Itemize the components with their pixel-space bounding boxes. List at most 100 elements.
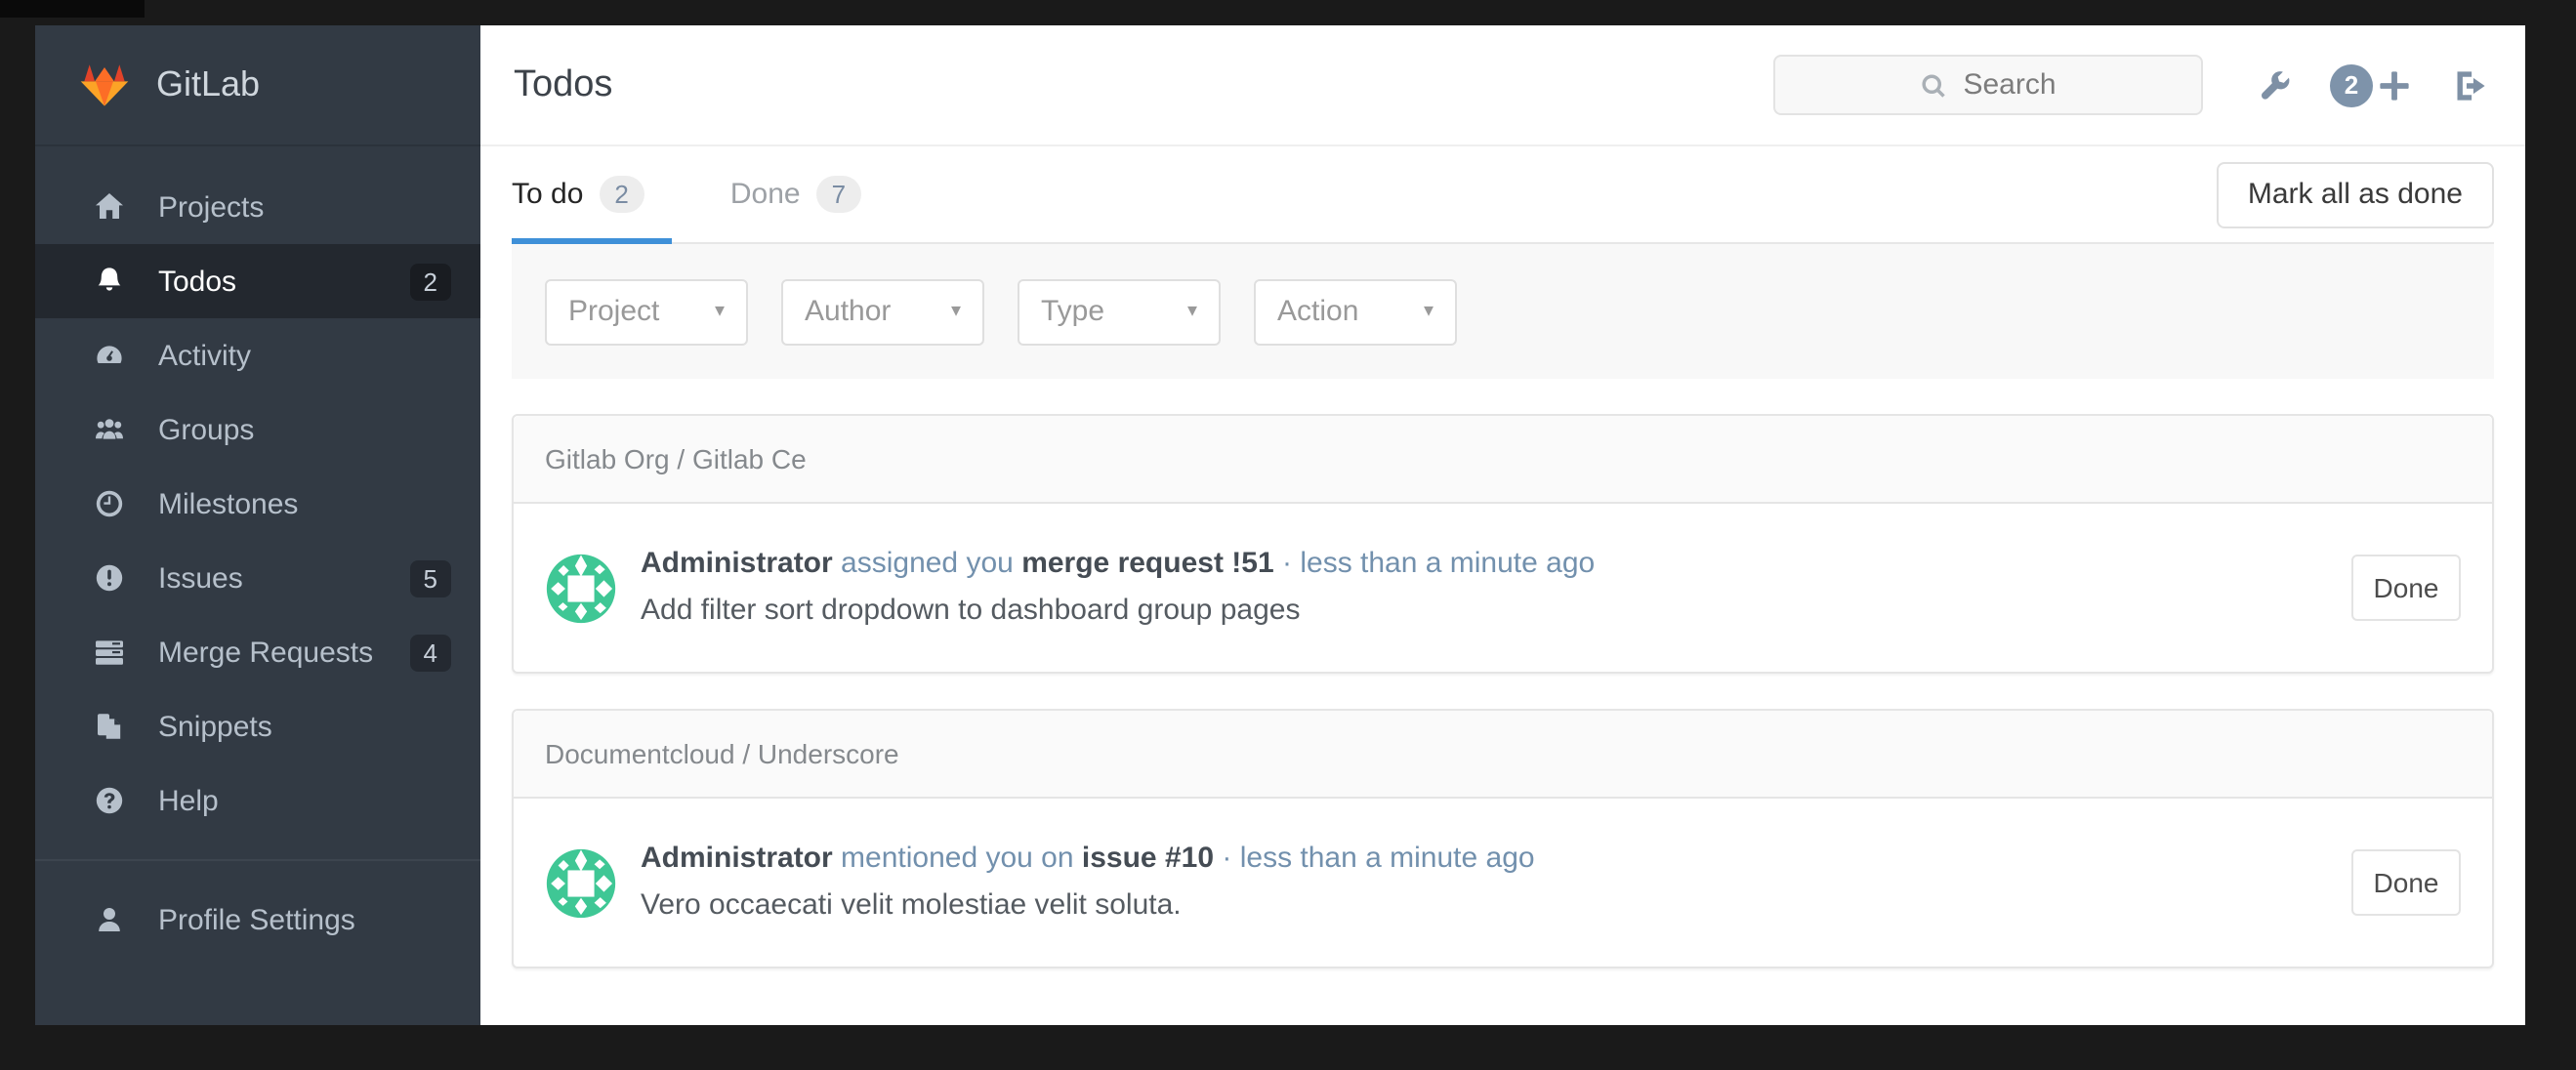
home-icon — [92, 190, 125, 224]
bell-icon — [92, 265, 125, 298]
tab-done[interactable]: Done 7 — [729, 146, 862, 242]
filter-label: Project — [568, 295, 660, 328]
tab-to-do-count: 2 — [599, 176, 644, 213]
filter-label: Action — [1277, 295, 1359, 328]
chevron-down-icon: ▾ — [714, 301, 725, 322]
todo-group-project-title: Documentcloud / Underscore — [514, 711, 2492, 799]
sidebar-item-label: Issues — [158, 561, 243, 595]
logo-text: GitLab — [156, 64, 261, 103]
search-placeholder: Search — [1963, 68, 2057, 102]
todo-group-project-title: Gitlab Org / Gitlab Ce — [514, 416, 2492, 504]
page-title: Todos — [514, 63, 613, 104]
sign-out-button[interactable] — [2449, 63, 2492, 106]
todo-item-text: Administrator assigned you merge request… — [641, 541, 1595, 635]
sidebar-item-label: Milestones — [158, 487, 299, 520]
todo-author[interactable]: Administrator — [641, 547, 833, 580]
sidebar-item-milestones[interactable]: Milestones — [35, 467, 480, 541]
author-filter-dropdown[interactable]: Author ▾ — [781, 278, 984, 345]
clock-icon — [92, 487, 125, 520]
exclamation-circle-icon — [92, 561, 125, 595]
todo-timestamp[interactable]: less than a minute ago — [1300, 547, 1595, 580]
tab-label: To do — [512, 178, 584, 211]
todo-item-body: Vero occaecati velit molestiae velit sol… — [641, 888, 1182, 922]
app-window: GitLab Projects Todos 2 Activity Groups … — [35, 25, 2525, 1025]
users-icon — [92, 413, 125, 446]
plus-icon — [2380, 70, 2409, 100]
stack-icon — [92, 636, 125, 669]
tabs-row: To do 2 Done 7 Mark all as done — [512, 146, 2494, 244]
sidebar-item-activity[interactable]: Activity — [35, 318, 480, 392]
sidebar-item-snippets[interactable]: Snippets — [35, 689, 480, 763]
question-circle-icon — [92, 784, 125, 817]
sidebar-item-label: Todos — [158, 265, 237, 298]
dashboard-icon — [92, 339, 125, 372]
issues-count-badge: 5 — [409, 559, 451, 597]
todo-item-text: Administrator mentioned you on issue #10… — [641, 836, 1535, 929]
topbar-actions: Search 2 — [1773, 55, 2492, 115]
type-filter-dropdown[interactable]: Type ▾ — [1018, 278, 1221, 345]
todo-item: Administrator mentioned you on issue #10… — [514, 799, 2492, 967]
project-filter-dropdown[interactable]: Project ▾ — [545, 278, 748, 345]
sidebar-divider — [35, 859, 480, 861]
sidebar-item-label: Groups — [158, 413, 255, 446]
sidebar-item-help[interactable]: Help — [35, 763, 480, 838]
avatar[interactable] — [545, 846, 617, 919]
new-project-button[interactable] — [2373, 63, 2416, 106]
action-filter-dropdown[interactable]: Action ▾ — [1254, 278, 1457, 345]
sidebar-item-label: Projects — [158, 190, 265, 224]
search-input[interactable]: Search — [1773, 55, 2203, 115]
chevron-down-icon: ▾ — [950, 301, 961, 322]
sidebar-item-groups[interactable]: Groups — [35, 392, 480, 467]
main-content: Todos Search 2 To do 2 Done 7 Mark all a… — [480, 25, 2525, 1025]
user-icon — [92, 903, 125, 936]
sidebar-item-issues[interactable]: Issues 5 — [35, 541, 480, 615]
todo-target-link[interactable]: merge request !51 — [1021, 547, 1273, 580]
todos-page: To do 2 Done 7 Mark all as done Project … — [480, 146, 2525, 1025]
done-button[interactable]: Done — [2351, 555, 2461, 621]
sidebar-item-todos[interactable]: Todos 2 — [35, 244, 480, 318]
sidebar-item-merge-requests[interactable]: Merge Requests 4 — [35, 615, 480, 689]
separator-dot: · — [1222, 842, 1232, 875]
tab-done-count: 7 — [815, 176, 862, 213]
todo-group: Documentcloud / Underscore Administrator… — [512, 709, 2494, 968]
filter-label: Type — [1041, 295, 1105, 328]
sidebar-item-projects[interactable]: Projects — [35, 170, 480, 244]
merge-requests-count-badge: 4 — [409, 634, 451, 671]
admin-wrench-button[interactable] — [2254, 63, 2297, 106]
tab-label: Done — [729, 178, 801, 211]
sidebar-item-label: Profile Settings — [158, 903, 355, 936]
todo-action-link[interactable]: assigned you — [841, 547, 1014, 580]
separator-dot: · — [1282, 547, 1292, 580]
mark-all-as-done-button[interactable]: Mark all as done — [2216, 161, 2494, 227]
tab-to-do[interactable]: To do 2 — [512, 146, 672, 244]
todo-timestamp[interactable]: less than a minute ago — [1240, 842, 1535, 875]
todo-author[interactable]: Administrator — [641, 842, 833, 875]
todo-target-link[interactable]: issue #10 — [1082, 842, 1214, 875]
file-copy-icon — [92, 710, 125, 743]
chevron-down-icon: ▾ — [1423, 301, 1433, 322]
filters-bar: Project ▾ Author ▾ Type ▾ Action ▾ — [512, 244, 2494, 379]
topbar: Todos Search 2 — [480, 25, 2525, 146]
wrench-icon — [2261, 70, 2290, 99]
filter-label: Author — [805, 295, 892, 328]
sidebar-item-label: Help — [158, 784, 219, 817]
todo-item-title: Administrator mentioned you on issue #10… — [641, 836, 1535, 883]
done-button[interactable]: Done — [2351, 849, 2461, 916]
notification-count-badge[interactable]: 2 — [2330, 63, 2373, 106]
topbar-icons: 2 — [2254, 63, 2492, 106]
todos-count-badge: 2 — [409, 263, 451, 300]
sidebar-item-label: Snippets — [158, 710, 272, 743]
sign-out-icon — [2457, 70, 2485, 100]
sidebar: GitLab Projects Todos 2 Activity Groups … — [35, 25, 480, 1025]
window-notch — [0, 0, 145, 18]
todo-group: Gitlab Org / Gitlab Ce Administrator ass… — [512, 414, 2494, 674]
todo-action-link[interactable]: mentioned you on — [841, 842, 1074, 875]
search-icon — [1922, 73, 1946, 97]
gitlab-logo[interactable]: GitLab — [35, 25, 480, 146]
todo-item-title: Administrator assigned you merge request… — [641, 541, 1595, 588]
chevron-down-icon: ▾ — [1186, 301, 1197, 322]
todo-item-body: Add filter sort dropdown to dashboard gr… — [641, 594, 1301, 627]
todo-item: Administrator assigned you merge request… — [514, 504, 2492, 672]
avatar[interactable] — [545, 552, 617, 624]
sidebar-item-profile-settings[interactable]: Profile Settings — [35, 883, 480, 957]
